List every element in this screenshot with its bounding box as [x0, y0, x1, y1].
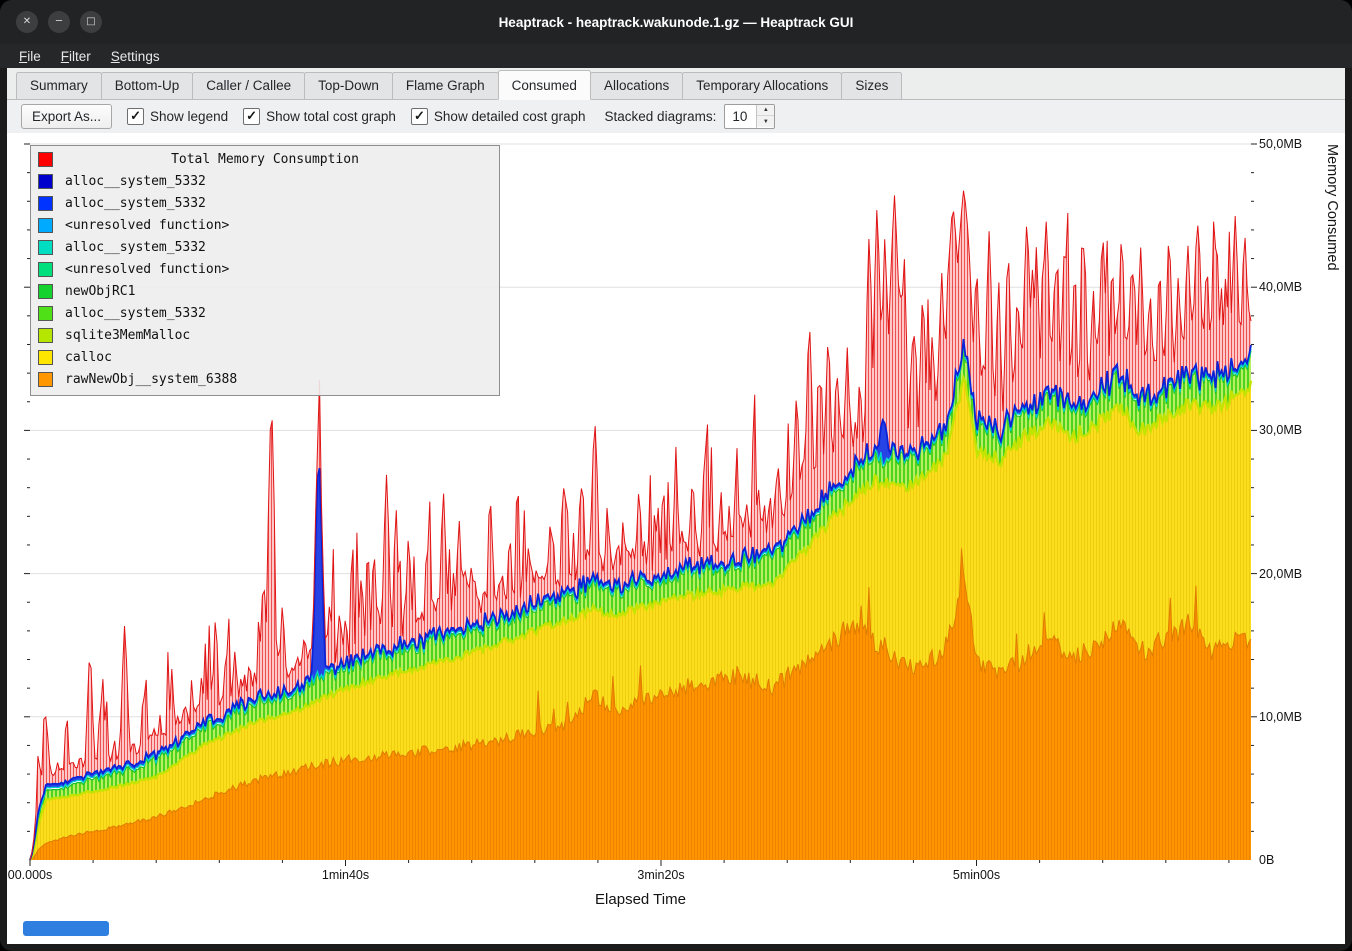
legend-color-chip — [38, 218, 53, 233]
legend-item-label: calloc — [65, 350, 112, 365]
tab-temporary-allocations[interactable]: Temporary Allocations — [682, 72, 842, 99]
tab-bottom-up[interactable]: Bottom-Up — [101, 72, 194, 99]
toolbar-checkboxes: ✓ Show legend ✓ Show total cost graph ✓ Show … — [127, 108, 586, 125]
legend-title: Total Memory Consumption — [31, 152, 499, 167]
legend-item: alloc__system_5332 — [31, 302, 499, 324]
y-tick-label: 0B — [1259, 853, 1274, 867]
x-tick-label: 1min40s — [301, 868, 391, 882]
legend-item: <unresolved function> — [31, 214, 499, 236]
titlebar: ✕ ─ □ Heaptrack - heaptrack.wakunode.1.g… — [0, 0, 1352, 44]
checkbox-label: Show total cost graph — [266, 109, 396, 124]
legend-item: rawNewObj__system_6388 — [31, 368, 499, 390]
legend-item-label: alloc__system_5332 — [65, 306, 206, 321]
toolbar: Export As... ✓ Show legend ✓ Show total cos… — [7, 100, 1345, 133]
stacked-diagrams-spinbox[interactable]: 10 ▲ ▼ — [724, 104, 775, 129]
checkbox-label: Show legend — [150, 109, 228, 124]
stacked-diagrams-label: Stacked diagrams: — [605, 109, 717, 124]
x-tick-label: 3min20s — [616, 868, 706, 882]
checkbox-box[interactable]: ✓ — [243, 108, 260, 125]
legend-item: calloc — [31, 346, 499, 368]
minimize-button[interactable]: ─ — [48, 11, 70, 33]
x-tick-label: 00.000s — [0, 868, 75, 882]
legend-item-label: rawNewObj__system_6388 — [65, 372, 237, 387]
legend-item: alloc__system_5332 — [31, 192, 499, 214]
checkbox-box[interactable]: ✓ — [127, 108, 144, 125]
y-tick-label: 40,0MB — [1259, 280, 1302, 294]
legend-color-chip — [38, 240, 53, 255]
tab-caller-callee[interactable]: Caller / Callee — [192, 72, 305, 99]
chart-legend: Total Memory Consumption alloc__system_5… — [30, 145, 500, 396]
menu-settings[interactable]: Settings — [102, 47, 169, 66]
legend-color-chip — [38, 174, 53, 189]
chart-panel: Total Memory Consumption alloc__system_5… — [7, 133, 1345, 944]
maximize-button[interactable]: □ — [80, 11, 102, 33]
y-tick-label: 50,0MB — [1259, 137, 1302, 151]
legend-item: alloc__system_5332 — [31, 236, 499, 258]
checkbox-show-total-cost-graph[interactable]: ✓ Show total cost graph — [243, 108, 396, 125]
legend-color-chip — [38, 328, 53, 343]
legend-item: sqlite3MemMalloc — [31, 324, 499, 346]
spinbox-down-button[interactable]: ▼ — [757, 116, 774, 127]
y-axis-title: Memory Consumed — [1324, 144, 1340, 860]
menu-filter[interactable]: Filter — [52, 47, 100, 66]
legend-color-chip — [38, 306, 53, 321]
checkbox-box[interactable]: ✓ — [411, 108, 428, 125]
close-button[interactable]: ✕ — [16, 11, 38, 33]
legend-color-chip — [38, 372, 53, 387]
tab-consumed[interactable]: Consumed — [498, 70, 591, 100]
legend-color-chip — [38, 196, 53, 211]
tab-summary[interactable]: Summary — [16, 72, 102, 99]
legend-header: Total Memory Consumption — [31, 148, 499, 170]
window-controls: ✕ ─ □ — [16, 11, 102, 33]
checkbox-show-detailed-cost-graph[interactable]: ✓ Show detailed cost graph — [411, 108, 586, 125]
app-window: ✕ ─ □ Heaptrack - heaptrack.wakunode.1.g… — [0, 0, 1352, 951]
legend-color-chip — [38, 284, 53, 299]
tab-flame-graph[interactable]: Flame Graph — [392, 72, 499, 99]
checkbox-label: Show detailed cost graph — [434, 109, 586, 124]
legend-item-label: newObjRC1 — [65, 284, 135, 299]
tab-allocations[interactable]: Allocations — [590, 72, 683, 99]
checkbox-show-legend[interactable]: ✓ Show legend — [127, 108, 228, 125]
legend-item-label: alloc__system_5332 — [65, 240, 206, 255]
y-tick-label: 20,0MB — [1259, 567, 1302, 581]
y-tick-label: 30,0MB — [1259, 423, 1302, 437]
spinbox-up-button[interactable]: ▲ — [757, 105, 774, 116]
legend-item-label: <unresolved function> — [65, 218, 229, 233]
x-tick-label: 5min00s — [932, 868, 1022, 882]
legend-item: newObjRC1 — [31, 280, 499, 302]
x-axis-title: Elapsed Time — [30, 891, 1251, 908]
tab-top-down[interactable]: Top-Down — [304, 72, 393, 99]
legend-item: alloc__system_5332 — [31, 170, 499, 192]
window-title: Heaptrack - heaptrack.wakunode.1.gz — He… — [0, 15, 1352, 30]
legend-item-label: alloc__system_5332 — [65, 174, 206, 189]
tab-sizes[interactable]: Sizes — [841, 72, 902, 99]
spinbox-value: 10 — [725, 105, 756, 128]
legend-item-label: <unresolved function> — [65, 262, 229, 277]
progress-bar — [23, 921, 109, 936]
legend-color-chip — [38, 350, 53, 365]
y-tick-label: 10,0MB — [1259, 710, 1302, 724]
legend-color-chip — [38, 262, 53, 277]
app-body: SummaryBottom-UpCaller / CalleeTop-DownF… — [7, 68, 1345, 944]
spinbox-buttons: ▲ ▼ — [756, 105, 774, 128]
tabbar: SummaryBottom-UpCaller / CalleeTop-DownF… — [7, 68, 1345, 100]
menu-file[interactable]: File — [10, 47, 50, 66]
legend-item-label: sqlite3MemMalloc — [65, 328, 190, 343]
legend-item: <unresolved function> — [31, 258, 499, 280]
export-as-button[interactable]: Export As... — [21, 104, 112, 129]
menubar: FileFilterSettings — [0, 44, 1352, 68]
legend-item-label: alloc__system_5332 — [65, 196, 206, 211]
